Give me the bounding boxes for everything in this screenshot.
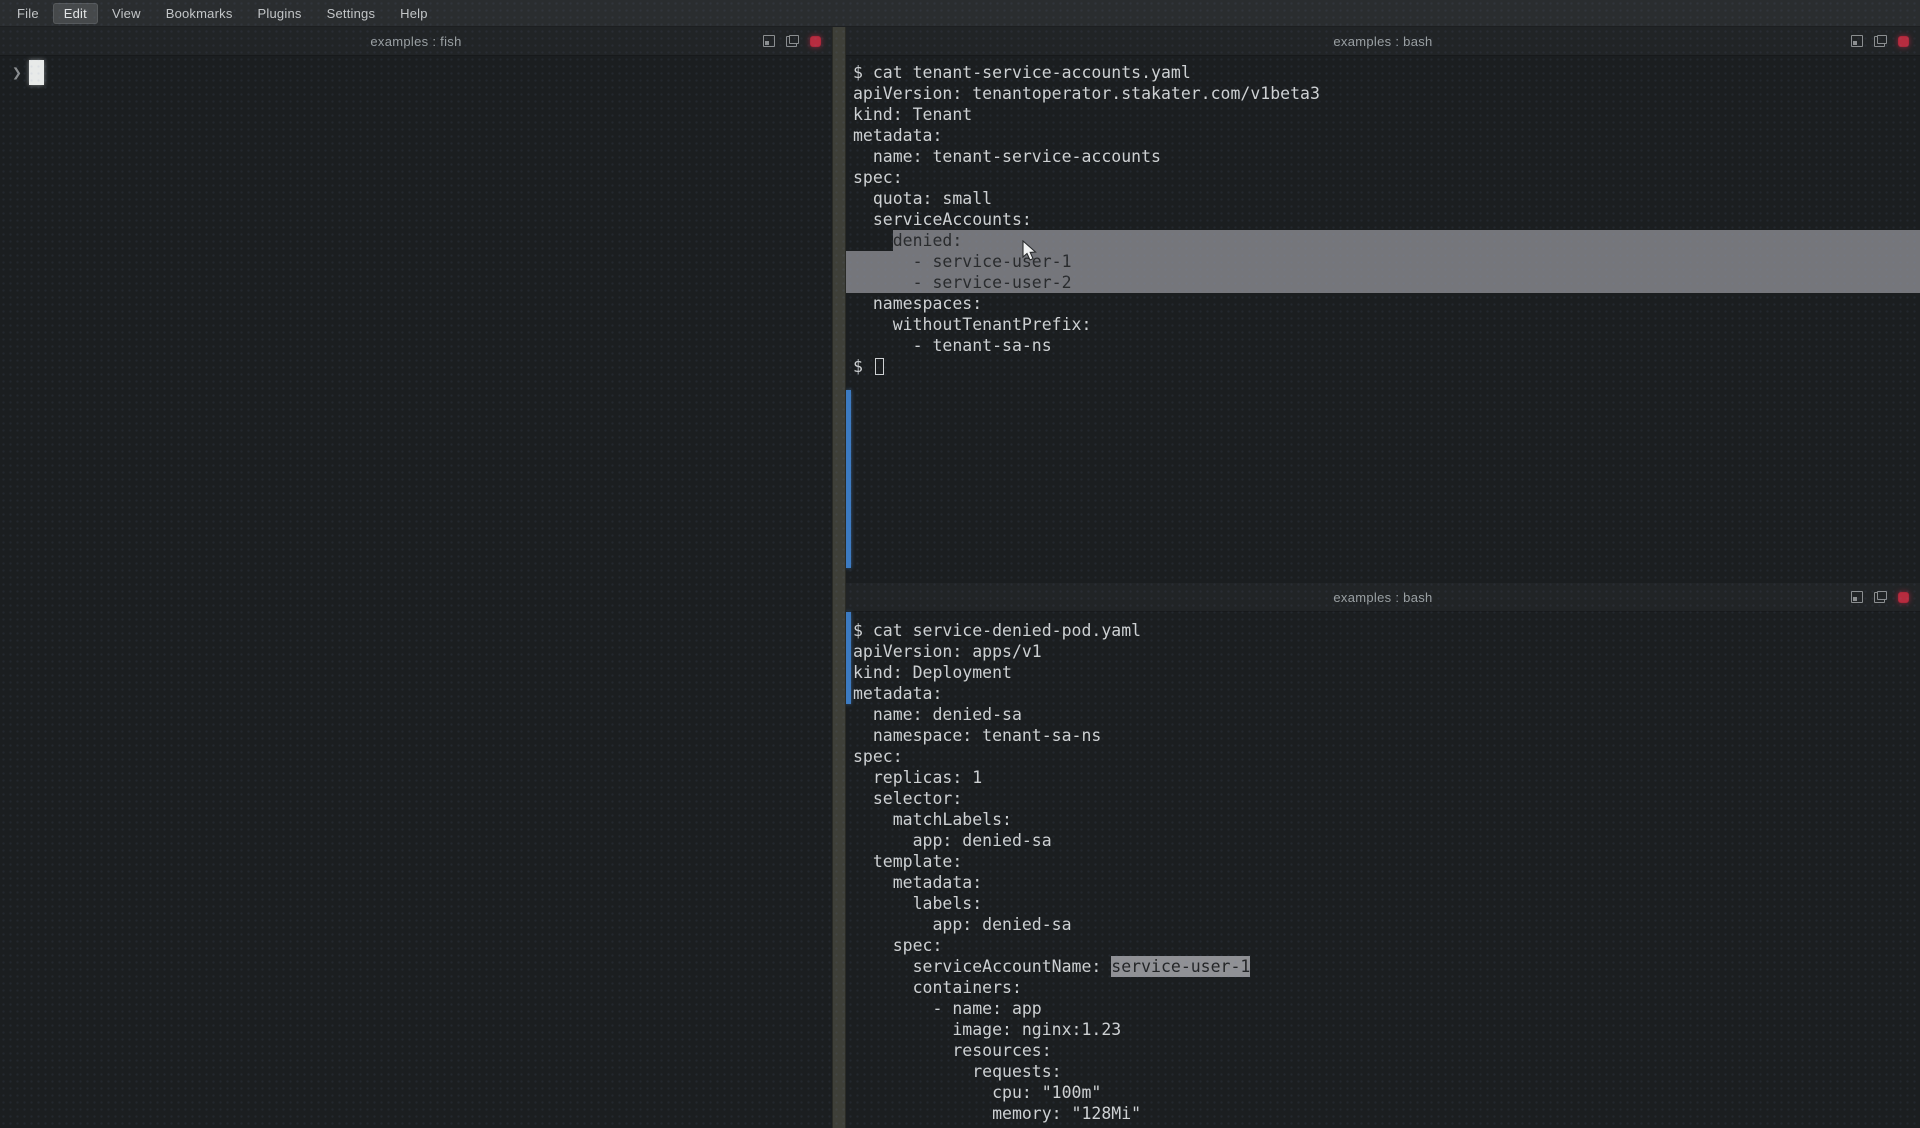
maximize-view-icon[interactable] (1851, 35, 1863, 47)
highlighted-text: service-user-1 (1111, 956, 1250, 977)
terminal-pane-left[interactable]: examples : fish ❯ (0, 27, 832, 1128)
terminal-line: matchLabels: (846, 809, 1920, 830)
terminal-line: requests: (846, 1061, 1920, 1082)
terminal-line: selector: (846, 788, 1920, 809)
terminal-line: - service-user-1 (846, 251, 1920, 272)
terminal-line: apiVersion: tenantoperator.stakater.com/… (846, 83, 1920, 104)
terminal-pane-bottom-right[interactable]: examples : bash $ cat service-denied-pod… (846, 583, 1920, 1128)
menu-edit[interactable]: Edit (53, 3, 98, 24)
terminal-line: - tenant-sa-ns (846, 335, 1920, 356)
terminal-line: template: (846, 851, 1920, 872)
maximize-view-icon[interactable] (763, 35, 775, 47)
menu-view[interactable]: View (101, 3, 152, 24)
close-view-icon[interactable] (810, 36, 821, 47)
menu-plugins[interactable]: Plugins (247, 3, 313, 24)
terminal-line: quota: small (846, 188, 1920, 209)
terminal-line: cpu: "100m" (846, 1082, 1920, 1103)
terminal-cursor (29, 60, 44, 85)
terminal-line: labels: (846, 893, 1920, 914)
terminal-line: spec: (846, 167, 1920, 188)
close-view-icon[interactable] (1898, 36, 1909, 47)
bottom-terminal-output: $ cat service-denied-pod.yamlapiVersion:… (846, 612, 1920, 1128)
scroll-indicator[interactable] (846, 612, 851, 704)
top-terminal-output: $ cat tenant-service-accounts.yamlapiVer… (846, 56, 1920, 583)
terminal-line: name: tenant-service-accounts (846, 146, 1920, 167)
terminal-line: resources: (846, 1040, 1920, 1061)
terminal-line: kind: Deployment (846, 662, 1920, 683)
terminal-line: metadata: (846, 125, 1920, 146)
menu-bookmarks[interactable]: Bookmarks (155, 3, 244, 24)
terminal-line: denied: (846, 230, 1920, 251)
terminal-cursor (875, 358, 884, 375)
menu-help[interactable]: Help (389, 3, 439, 24)
terminal-line: replicas: 1 (846, 767, 1920, 788)
terminal-line: $ (846, 356, 1920, 377)
pane-splitter[interactable] (832, 27, 846, 1128)
terminal-line: apiVersion: apps/v1 (846, 641, 1920, 662)
terminal-line: $ cat tenant-service-accounts.yaml (846, 62, 1920, 83)
menu-bar: FileEditViewBookmarksPluginsSettingsHelp (0, 0, 1920, 27)
terminal-line: app: denied-sa (846, 830, 1920, 851)
terminal-line: namespaces: (846, 293, 1920, 314)
terminal-line: spec: (846, 746, 1920, 767)
pane-title: examples : bash (846, 590, 1920, 605)
pane-title: examples : bash (846, 34, 1920, 49)
shell-prompt: ❯ (12, 60, 44, 85)
detach-view-icon[interactable] (1874, 35, 1887, 47)
pane-header-bottom-right: examples : bash (846, 583, 1920, 612)
terminal-line: kind: Tenant (846, 104, 1920, 125)
terminal-line: metadata: (846, 872, 1920, 893)
mouse-pointer-icon (1022, 240, 1038, 262)
terminal-line: spec: (846, 935, 1920, 956)
terminal-line: containers: (846, 977, 1920, 998)
terminal-line: - service-user-2 (846, 272, 1920, 293)
pane-header-top-right: examples : bash (846, 27, 1920, 56)
terminal-line: serviceAccountName: service-user-1 (846, 956, 1920, 977)
menu-file[interactable]: File (6, 3, 50, 24)
terminal-line: withoutTenantPrefix: (846, 314, 1920, 335)
terminal-line: namespace: tenant-sa-ns (846, 725, 1920, 746)
maximize-view-icon[interactable] (1851, 591, 1863, 603)
close-view-icon[interactable] (1898, 592, 1909, 603)
terminal-line: serviceAccounts: (846, 209, 1920, 230)
terminal-line: name: denied-sa (846, 704, 1920, 725)
terminal-line: memory: "128Mi" (846, 1103, 1920, 1124)
pane-title: examples : fish (0, 34, 832, 49)
menu-settings[interactable]: Settings (316, 3, 387, 24)
terminal-line: metadata: (846, 683, 1920, 704)
prompt-char: ❯ (12, 61, 22, 85)
terminal-line: $ cat service-denied-pod.yaml (846, 620, 1920, 641)
pane-header-left: examples : fish (0, 27, 832, 56)
detach-view-icon[interactable] (786, 35, 799, 47)
terminal-pane-top-right[interactable]: examples : bash $ cat tenant-service-acc… (846, 27, 1920, 583)
detach-view-icon[interactable] (1874, 591, 1887, 603)
terminal-line: image: nginx:1.23 (846, 1019, 1920, 1040)
terminal-line: app: denied-sa (846, 914, 1920, 935)
scroll-indicator[interactable] (846, 390, 851, 568)
terminal-line: - name: app (846, 998, 1920, 1019)
